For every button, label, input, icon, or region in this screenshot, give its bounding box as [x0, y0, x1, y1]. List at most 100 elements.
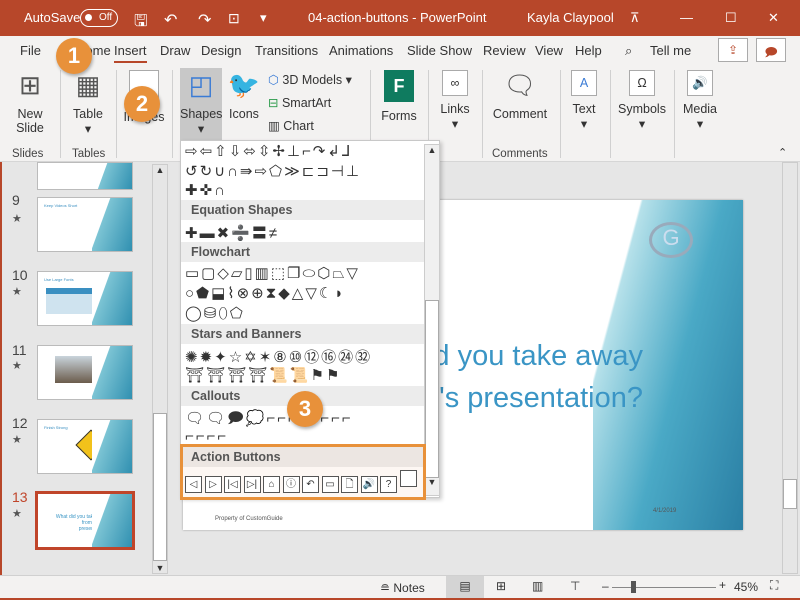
action-button-11[interactable] [399, 470, 417, 487]
tab-slide-show[interactable]: Slide Show [407, 43, 472, 58]
forms-button[interactable]: F Forms [378, 70, 420, 123]
search-icon: ⌕ [625, 43, 633, 58]
shape-row[interactable]: ↺↻∪∩⇛⇨⬠≫⊏⊐⊣⊥ [185, 162, 361, 180]
symbols-button[interactable]: Ω Symbols ▾ [616, 70, 668, 131]
text-label: Text [572, 102, 596, 116]
action-button-8[interactable]: 🗋 [341, 476, 358, 493]
animation-star-icon: ★ [12, 434, 22, 446]
zoom-slider-thumb[interactable] [631, 581, 637, 593]
fit-to-window-button[interactable]: ⛶ [770, 578, 778, 593]
icons-button[interactable]: 🐦 Icons [226, 70, 262, 121]
slide-thumbnail-9[interactable]: Keep Videos Short [37, 197, 133, 252]
tab-transitions[interactable]: Transitions [255, 43, 318, 58]
shape-row[interactable]: ✚▬✖➗〓≠ [185, 222, 279, 243]
tab-review[interactable]: Review [483, 43, 526, 58]
smartart-icon: ⊟ [268, 96, 279, 110]
zoom-in-button[interactable]: + [719, 578, 726, 592]
shape-row[interactable]: ○⬟⬓⌇⊗⊕⧗◆△▽☾◗ [185, 284, 345, 302]
shape-row[interactable]: ⛩⛩⛩⛩📜📜⚑⚑ [185, 366, 341, 384]
customize-qat-icon[interactable]: ▾ [260, 10, 267, 26]
action-button-1[interactable]: ▷ [204, 476, 222, 493]
present-icon[interactable]: ⊡ [228, 10, 240, 27]
action-button-7[interactable]: ▭ [321, 476, 339, 493]
scrollbar-thumb[interactable] [783, 479, 797, 509]
step-callout-3: 3 [287, 391, 323, 427]
tab-insert[interactable]: Insert [114, 43, 147, 63]
links-button[interactable]: ∞ Links ▾ [436, 70, 474, 131]
tab-view[interactable]: View [535, 43, 563, 58]
slide-thumbnail-8[interactable] [37, 162, 133, 190]
action-buttons-highlight: Action Buttons ◁ ▷ |◁ ▷| ⌂ ⓘ ↶ ▭ 🗋 🔊? [180, 444, 426, 500]
tab-design[interactable]: Design [201, 43, 241, 58]
tab-file[interactable]: File [20, 43, 41, 58]
zoom-level[interactable]: 45% [734, 580, 758, 594]
user-name[interactable]: Kayla Claypool [527, 10, 614, 25]
maximize-icon[interactable]: ☐ [725, 10, 737, 26]
action-button-5[interactable]: ⓘ [282, 476, 300, 493]
reading-view-button[interactable]: ▥ [532, 579, 543, 593]
autosave-toggle[interactable]: Off [80, 9, 118, 27]
slideshow-button[interactable]: ⊤ [570, 579, 580, 593]
save-icon[interactable]: 🖫 [134, 10, 148, 37]
shape-row[interactable]: ✺✹✦☆✡✶⑧⑩⑫⑯㉔㉜ [185, 346, 372, 367]
shape-row[interactable]: ⌐⌐⌐⌐ [185, 428, 228, 445]
tab-help[interactable]: Help [575, 43, 602, 58]
share-button[interactable]: ⇪ [718, 38, 748, 62]
minimize-icon[interactable]: — [680, 10, 693, 25]
action-button-4[interactable]: ⌂ [263, 476, 280, 493]
zoom-slider[interactable] [612, 581, 716, 593]
shape-row[interactable]: ◯⛁⬯⬠ [185, 304, 245, 322]
action-button-9[interactable]: 🔊 [360, 476, 378, 493]
shapes-button[interactable]: ◰ Shapes ▾ [180, 68, 222, 140]
slide-thumbnail-13-selected[interactable]: What did you take away from today's pres… [35, 491, 135, 550]
slide-sorter-button[interactable]: ⊞ [496, 579, 506, 593]
table-icon: ▦ [75, 70, 101, 100]
redo-icon[interactable]: ↷ [198, 10, 211, 30]
scrollbar-thumb[interactable] [153, 413, 167, 561]
slide-scrollbar[interactable] [782, 162, 798, 574]
thumbnail-scrollbar[interactable]: ▲ ▼ [152, 164, 168, 574]
3d-models-button[interactable]: ⬡ 3D Models ▾ [268, 72, 352, 87]
shape-row[interactable]: ✚✜∩ [185, 181, 227, 199]
action-button-3[interactable]: ▷| [243, 476, 261, 493]
comments-button[interactable]: 🗩 [756, 38, 786, 62]
group-slides: Slides [12, 148, 44, 160]
gallery-scrollbar[interactable]: ▲ ▼ [424, 144, 440, 496]
media-button[interactable]: 🔊 Media ▾ [680, 70, 720, 131]
close-icon[interactable]: ✕ [768, 10, 779, 26]
tab-draw[interactable]: Draw [160, 43, 190, 58]
media-label: Media [682, 102, 718, 116]
scroll-down-icon[interactable]: ▼ [153, 563, 167, 573]
comment-icon: 🗨 [503, 70, 537, 100]
tab-animations[interactable]: Animations [329, 43, 393, 58]
title-bar: AutoSave Off 🖫 ↶ ↷ ⊡ ▾ 04-action-buttons… [0, 0, 800, 36]
slide-thumbnail-10[interactable]: Use Large Fonts [37, 271, 133, 326]
action-button-10[interactable]: ? [380, 476, 397, 493]
action-button-6[interactable]: ↶ [302, 476, 319, 493]
tell-me-input[interactable]: Tell me [650, 43, 691, 58]
ribbon-display-icon[interactable]: ⊼ [630, 10, 640, 26]
scrollbar-thumb[interactable] [425, 300, 439, 478]
section-action-buttons: Action Buttons [183, 447, 423, 467]
slide-thumbnail-12[interactable]: Finish Strong [37, 419, 133, 474]
zoom-out-button[interactable]: – [602, 579, 609, 593]
scroll-up-icon[interactable]: ▲ [425, 145, 439, 155]
normal-view-button[interactable]: ▤ [446, 576, 484, 598]
shape-row[interactable]: ⇨⇦⇧⇩⬄⇳✢⊥⌐↷↲⅃ [185, 142, 352, 160]
scroll-up-icon[interactable]: ▲ [153, 165, 167, 175]
chart-button[interactable]: ▥ Chart [268, 118, 314, 133]
comment-button[interactable]: 🗨 Comment [490, 70, 550, 121]
notes-button[interactable]: ≘ Notes [380, 581, 425, 595]
collapse-ribbon-icon[interactable]: ⌃ [778, 146, 787, 159]
new-slide-button[interactable]: ⊞ New Slide [8, 70, 52, 135]
undo-icon[interactable]: ↶ [164, 10, 177, 30]
slide-thumbnail-11[interactable] [37, 345, 133, 400]
text-button[interactable]: A Text ▾ [566, 70, 602, 131]
table-button[interactable]: ▦ Table ▾ [66, 70, 110, 136]
scroll-down-icon[interactable]: ▼ [425, 477, 439, 487]
action-button-0[interactable]: ◁ [185, 476, 202, 493]
cube-icon: ⬡ [268, 73, 279, 87]
smartart-button[interactable]: ⊟ SmartArt [268, 95, 331, 110]
shape-row[interactable]: ▭▢◇▱▯▥⬚❐⬭⬡⏢▽ [185, 264, 360, 282]
action-button-2[interactable]: |◁ [224, 476, 241, 493]
